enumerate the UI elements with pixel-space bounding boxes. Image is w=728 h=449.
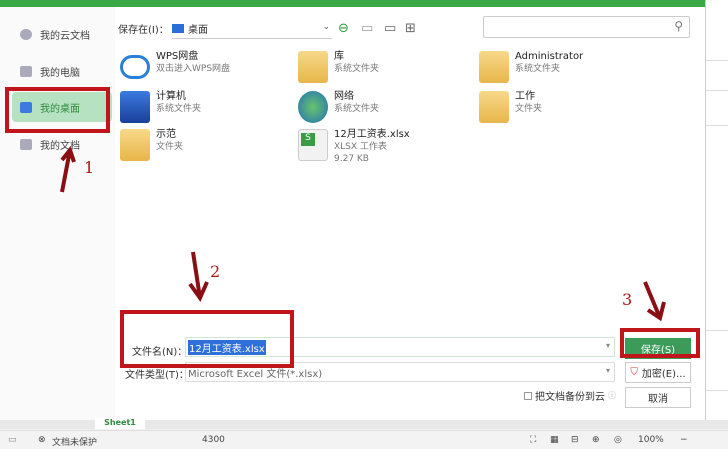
eye-icon[interactable]: ◎	[614, 435, 622, 445]
zoom-level[interactable]: 100%	[638, 435, 664, 445]
normal-view-icon[interactable]: ▦	[550, 435, 559, 445]
annotation-number-2: 2	[210, 262, 221, 281]
sheet-tab[interactable]: Sheet1	[95, 418, 145, 429]
protect-status[interactable]: 文档未保护	[52, 435, 97, 448]
page-break-icon[interactable]: ⊟	[571, 435, 579, 445]
status-value: 4300	[202, 435, 225, 445]
fullscreen-icon[interactable]: ⛶	[530, 435, 536, 445]
annotation-number-1: 1	[84, 158, 95, 177]
document-icon: ▭	[8, 435, 17, 445]
annotation-arrows	[60, 145, 666, 322]
annotation-number-3: 3	[622, 290, 633, 309]
status-bar: ▭ ⊗ 文档未保护 4300 ⛶ ▦ ⊟ ⊕ ◎ 100% −	[0, 430, 728, 449]
reading-mode-icon[interactable]: ⊕	[592, 435, 600, 445]
protect-icon[interactable]: ⊗	[38, 435, 46, 445]
zoom-out-icon[interactable]: −	[680, 435, 688, 445]
